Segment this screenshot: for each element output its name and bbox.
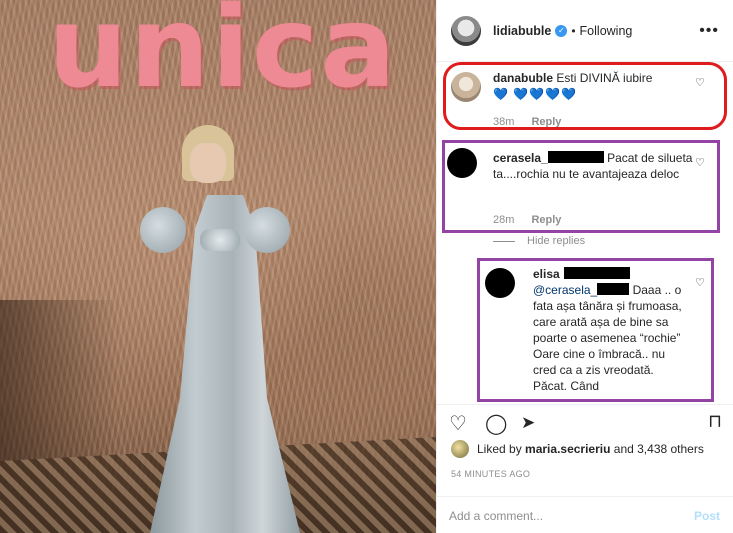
likes-count[interactable]: and 3,438 others (614, 442, 704, 456)
likes-summary: Liked by maria.secrieriu and 3,438 other… (451, 440, 704, 458)
save-bookmark-icon[interactable]: ⊓ (708, 411, 722, 432)
post-photo[interactable]: unica (0, 0, 436, 533)
red-highlight-box (443, 62, 727, 130)
hide-replies-button[interactable]: Hide replies (493, 235, 585, 247)
author-username[interactable]: lidiabuble (493, 24, 551, 38)
add-comment-bar: Add a comment... Post (437, 496, 733, 533)
liker-username[interactable]: maria.secrieriu (525, 442, 610, 456)
comment-bubble-icon[interactable]: ◯ (485, 411, 507, 436)
right-sleeve (244, 207, 290, 253)
share-icon[interactable]: ➤ (521, 413, 535, 433)
unica-sign: unica (48, 0, 398, 113)
left-sleeve (140, 207, 186, 253)
post-header: lidiabuble ✓ • Following ••• (437, 0, 733, 62)
purple-highlight-box (442, 140, 720, 233)
dress-bow (200, 229, 240, 251)
divider-line (493, 240, 515, 242)
like-heart-icon[interactable]: ♡ (449, 411, 467, 436)
following-button[interactable]: Following (580, 24, 633, 38)
likes-prefix: Liked by (477, 442, 522, 456)
purple-highlight-box (477, 258, 714, 402)
person-figure (130, 125, 320, 533)
verified-badge-icon: ✓ (555, 24, 568, 37)
post-comment-button[interactable]: Post (694, 509, 720, 523)
liker-avatar[interactable] (451, 440, 469, 458)
action-bar: ♡ ◯ ➤ ⊓ (437, 404, 733, 438)
more-options-icon[interactable]: ••• (699, 22, 719, 40)
header-separator: • (571, 23, 576, 38)
add-comment-input[interactable]: Add a comment... (449, 509, 543, 523)
author-avatar[interactable] (451, 15, 481, 46)
post-timestamp[interactable]: 54 MINUTES AGO (451, 469, 530, 479)
instagram-post: unica lidiabuble ✓ • Following ••• danab… (0, 0, 733, 533)
face (190, 143, 226, 183)
